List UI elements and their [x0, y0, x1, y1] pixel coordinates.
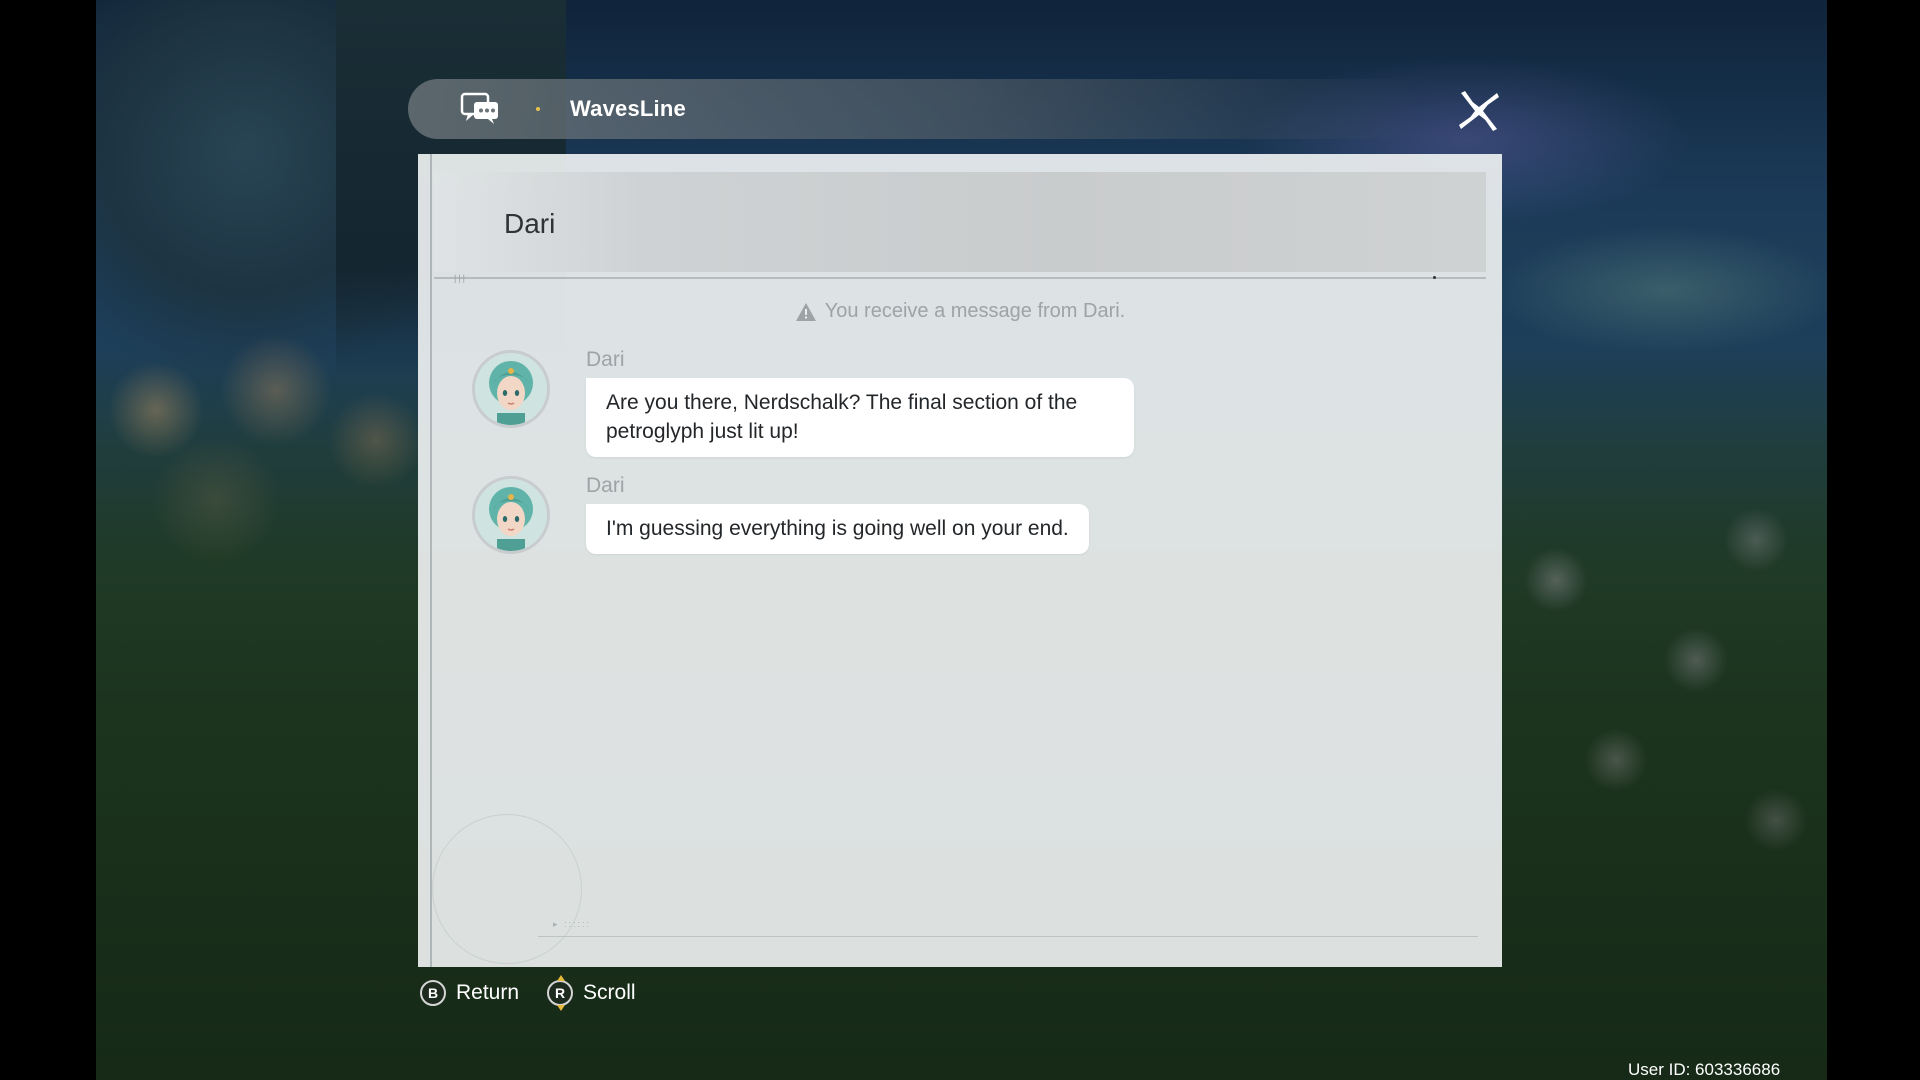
- message-sender: Dari: [586, 474, 625, 497]
- close-x-icon: [1459, 91, 1499, 131]
- app-header: WavesLine: [408, 79, 1418, 139]
- b-button-icon: B: [420, 980, 446, 1006]
- header-divider: [434, 277, 1486, 279]
- header-divider-dot: [1433, 276, 1436, 279]
- contact-header: Dari: [434, 172, 1486, 272]
- message-bubble: I'm guessing everything is going well on…: [586, 504, 1089, 554]
- message-bubble: Are you there, Nerdschalk? The final sec…: [586, 378, 1134, 457]
- system-notice: You receive a message from Dari.: [418, 300, 1502, 323]
- return-label: Return: [456, 981, 520, 1004]
- chat-message: Dari I'm guessing everything is going we…: [472, 474, 1089, 554]
- message-sender: Dari: [586, 348, 625, 371]
- chat-message: Dari Are you there, Nerdschalk? The fina…: [472, 348, 1134, 457]
- scroll-button[interactable]: R Scroll: [547, 975, 636, 1011]
- scene-flowers-right: [1496, 460, 1826, 880]
- chat-panel: Dari ||| You receive a message from Dari…: [418, 154, 1502, 967]
- scene-flowers-left: [96, 330, 426, 590]
- right-stick-icon: R: [547, 975, 574, 1011]
- panel-edge-line: [430, 154, 432, 967]
- accent-dot: [536, 107, 540, 111]
- return-button[interactable]: B Return: [420, 980, 519, 1006]
- scene-hill: [1496, 200, 1827, 360]
- panel-bottom-divider: [538, 936, 1478, 937]
- contact-name: Dari: [504, 208, 556, 239]
- header-divider-ticks: |||: [454, 273, 468, 283]
- scroll-label: Scroll: [583, 981, 636, 1004]
- chat-bubbles-icon: [460, 92, 500, 126]
- system-notice-text: You receive a message from Dari.: [824, 300, 1126, 322]
- avatar: [472, 350, 550, 428]
- user-id: User ID: 603336686: [1628, 1060, 1781, 1079]
- letterbox-right: [1827, 0, 1920, 1080]
- controller-hints: B Return R Scroll: [420, 975, 636, 1011]
- panel-bottom-ticks: ▸ ::::::: [553, 919, 592, 929]
- letterbox-left: [0, 0, 96, 1080]
- app-title: WavesLine: [570, 96, 686, 121]
- close-button[interactable]: [1456, 88, 1502, 134]
- panel-decoration: [432, 814, 582, 964]
- warning-triangle-icon: [795, 302, 816, 321]
- avatar: [472, 476, 550, 554]
